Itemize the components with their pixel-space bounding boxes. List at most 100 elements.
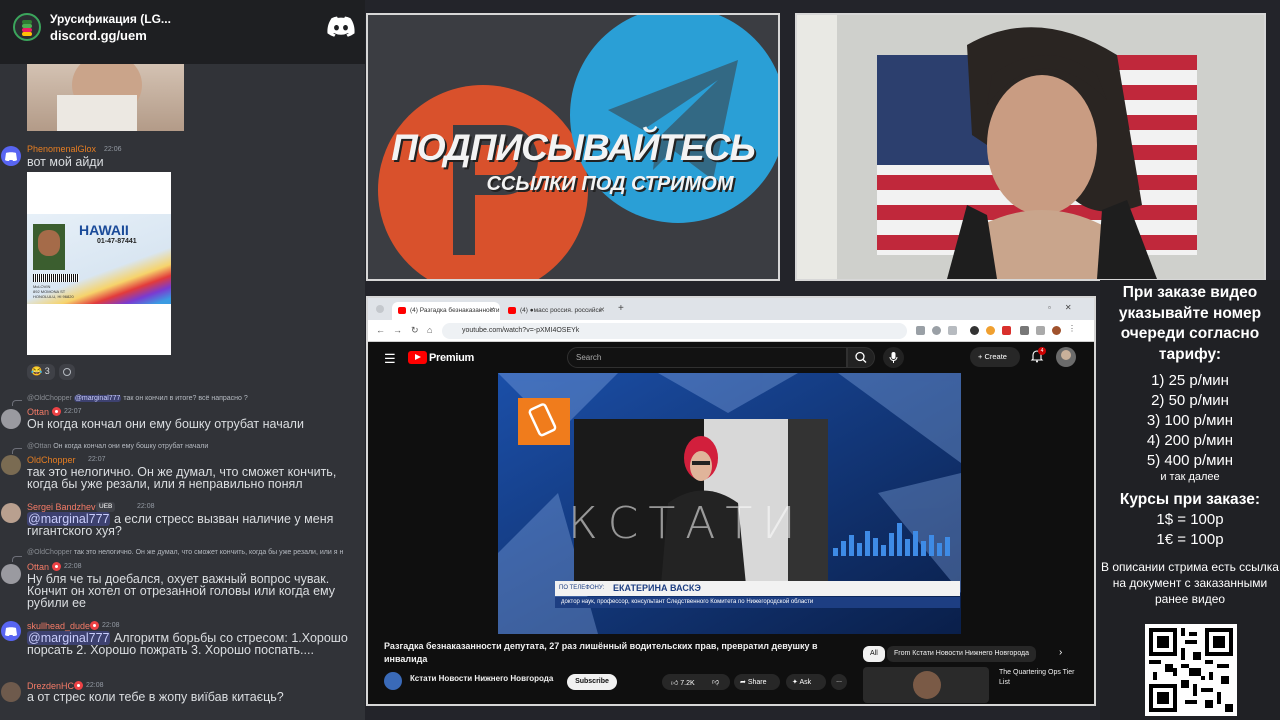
reply-preview[interactable]: @Ottan Он когда кончал они ему бошку отр… [27, 443, 208, 450]
more-actions-button[interactable]: ... [831, 674, 847, 690]
message-text: @marginal777 Алгоритм борьбы со стресом:… [27, 631, 362, 656]
microphone-icon [889, 352, 898, 363]
lower-third-subtitle: доктор наук, профессор, консультант След… [555, 597, 960, 608]
thumbs-up-icon: 👍︎ [671, 680, 681, 687]
back-icon[interactable]: ← [376, 325, 385, 335]
avatar-discord-default[interactable] [1, 621, 21, 641]
message-username[interactable]: Ottan [27, 562, 49, 572]
extension-icon[interactable] [1002, 326, 1011, 335]
reply-connector [12, 400, 22, 406]
message-timestamp: 22:06 [104, 146, 122, 153]
message-username[interactable]: Sergei Bandzhev [27, 502, 96, 512]
create-button[interactable]: + Create [970, 347, 1020, 367]
url-bar[interactable]: youtube.com/watch?v=-pXMI4OSEYk [442, 323, 907, 339]
webcam-image [797, 15, 1264, 279]
image-attachment-id-card[interactable]: HAWAII 01-47-87441 McLOVIN 892 MOMONA ST H… [27, 172, 171, 355]
share-label: Share [747, 679, 767, 686]
avatar-ottan[interactable] [1, 409, 21, 429]
profile-avatar-icon[interactable] [1052, 326, 1061, 335]
reload-icon[interactable]: ↻ [411, 325, 419, 336]
next-video-thumbnail[interactable] [863, 667, 989, 703]
avatar-discord-default[interactable] [1, 146, 21, 166]
forward-icon[interactable]: → [393, 325, 402, 335]
address-toolbar: ← → ↻ ⌂ youtube.com/watch?v=-pXMI4OSEYk … [368, 320, 1094, 342]
server-invite-link[interactable]: discord.gg/uem [50, 28, 147, 43]
subscribe-button[interactable]: Subscribe [567, 674, 617, 690]
tariff-etc: и так далее [1160, 471, 1220, 483]
chip-all[interactable]: All [863, 646, 885, 662]
menu-kebab-icon[interactable]: ⋮ [1068, 324, 1077, 333]
server-icon[interactable] [13, 13, 41, 41]
role-badge-icon [74, 681, 83, 690]
search-button[interactable] [847, 347, 875, 368]
share-arrow-icon: ➦ [740, 679, 748, 686]
lower-third-bar: ПО ТЕЛЕФОНУ: ЕКАТЕРИНА ВАСКЭ [555, 581, 960, 596]
youtube-logo-icon[interactable] [408, 351, 427, 364]
window-controls: ▫✕ [1048, 303, 1086, 312]
discord-widget-header: Урусификация (LG... discord.gg/uem [0, 0, 365, 64]
new-tab-button[interactable]: + [618, 303, 624, 314]
message-username[interactable]: PhenomenalGlox [27, 144, 96, 154]
bookmark-star-icon[interactable] [948, 326, 957, 335]
tariff-item: 1) 25 р/мин [1151, 372, 1229, 389]
voice-search-button[interactable] [883, 347, 904, 368]
message-timestamp: 22:07 [64, 408, 82, 415]
message-username[interactable]: skullhead_dude [27, 621, 90, 631]
ask-button[interactable]: ✦ Ask [786, 674, 826, 690]
chip-from-channel[interactable]: From Кстати Новости Нижнего Новгорода [887, 646, 1037, 662]
message-timestamp: 22:08 [137, 503, 155, 510]
tariff-item: 3) 100 р/мин [1146, 412, 1234, 429]
share-button[interactable]: ➦ Share [734, 674, 780, 690]
hamburger-menu-icon[interactable]: ☰ [384, 351, 396, 367]
like-button[interactable]: 👍︎ 7.2K 👎︎ [662, 674, 730, 690]
extension-icon[interactable] [970, 326, 979, 335]
message-text: @marginal777 а если стресс вызван наличи… [27, 512, 362, 537]
browser-tab[interactable]: (4) ●масс россия. российск ✕ [502, 302, 610, 320]
avatar-oldchopper[interactable] [1, 455, 21, 475]
reply-preview[interactable]: @OldChopper так это нелогично. Он же дум… [27, 549, 343, 556]
avatar-sergei[interactable] [1, 503, 21, 523]
tab-title: (4) Разгадка безнаказанности [410, 307, 500, 314]
extensions-puzzle-icon[interactable] [1020, 326, 1029, 335]
tab-close-icon[interactable]: ✕ [599, 306, 605, 314]
reply-preview[interactable]: @OldChopper @marginal777 так он кончил в… [27, 395, 248, 402]
account-avatar[interactable] [1056, 347, 1076, 367]
tab-search-icon[interactable] [376, 305, 384, 313]
tab-title: (4) ●масс россия. российск [520, 307, 602, 314]
rates-heading: Курсы при заказе: [1119, 491, 1261, 508]
sidebar-icon[interactable] [1036, 326, 1045, 335]
message-text: Ну бля че ты доебался, охует важный вопр… [27, 572, 336, 610]
avatar-drezdenhc[interactable] [1, 682, 21, 702]
lower-third-label: ПО ТЕЛЕФОНУ: [559, 585, 605, 591]
browser-window: (4) Разгадка безнаказанности ✕ (4) ●масс… [366, 296, 1096, 706]
server-name: Урусификация (LG... [50, 12, 171, 26]
tab-close-icon[interactable]: ✕ [489, 306, 495, 314]
youtube-favicon-icon [398, 307, 406, 314]
message-username[interactable]: Ottan [27, 407, 49, 417]
reaction-pill[interactable]: 😂 3 [27, 364, 55, 380]
youtube-premium-label[interactable]: Premium [429, 352, 474, 364]
search-input[interactable]: Search [567, 347, 847, 368]
discord-logo-icon[interactable] [327, 16, 355, 38]
zoom-icon[interactable] [932, 326, 941, 335]
role-badge-icon [52, 562, 61, 571]
video-title: Разгадка безнаказанности депутата, 27 ра… [384, 641, 818, 664]
home-icon[interactable]: ⌂ [427, 325, 432, 335]
next-video-title[interactable]: The Quartering Ops Tier List [999, 668, 1079, 688]
image-attachment-top[interactable] [27, 55, 184, 131]
thumbs-down-icon[interactable]: 👎︎ [712, 677, 719, 686]
reply-username: @OldChopper [27, 395, 72, 402]
browser-tab-active[interactable]: (4) Разгадка безнаказанности ✕ [392, 302, 500, 320]
channel-avatar[interactable] [384, 672, 402, 690]
add-reaction-icon[interactable] [59, 364, 75, 380]
role-badge-icon [90, 621, 99, 630]
message-timestamp: 22:08 [102, 622, 120, 629]
chips-next-icon[interactable]: › [1059, 647, 1062, 658]
extension-icon[interactable] [986, 326, 995, 335]
video-player[interactable]: КСТАТИ ПО ТЕЛЕФОНУ: ЕКАТЕРИНА ВАСКЭ докт… [498, 373, 961, 634]
extension-icon[interactable] [916, 326, 925, 335]
message-text: а от стрес коли тебе в жопу виїбав китає… [27, 690, 284, 704]
avatar-ottan[interactable] [1, 564, 21, 584]
message-username[interactable]: OldChopper [27, 455, 76, 465]
channel-name[interactable]: Кстати Новости Нижнего Новгорода [410, 674, 553, 683]
